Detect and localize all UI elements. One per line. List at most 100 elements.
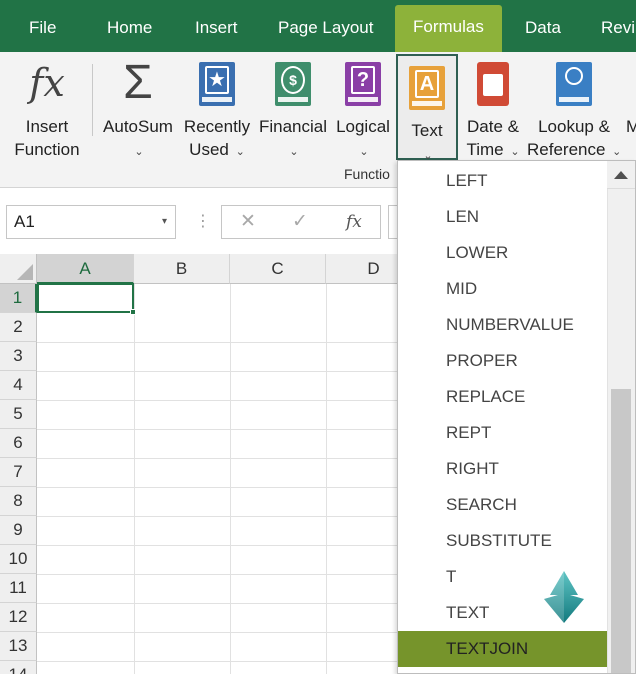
menu-item-mid[interactable]: MID [398,271,608,307]
menu-item-replace[interactable]: REPLACE [398,379,608,415]
menu-item-numbervalue[interactable]: NUMBERVALUE [398,307,608,343]
fx-icon: fx [29,61,65,105]
scrollbar-thumb[interactable] [611,389,631,673]
insert-function-icon[interactable]: fx [346,212,362,232]
column-header-c[interactable]: C [230,254,326,284]
insert-function-button[interactable]: fx Insert Function [4,52,90,162]
insert-function-label-1: Insert [25,117,69,136]
book-question-icon: ? [338,58,388,110]
ribbon-tab-bar: File Home Insert Page Layout Formulas Da… [0,0,636,52]
column-header-a[interactable]: A [37,254,134,284]
cancel-icon[interactable]: ✕ [240,210,256,233]
recently-used-label-2: Used [189,140,229,159]
fill-handle[interactable] [130,309,136,315]
enter-icon[interactable]: ✓ [292,210,308,233]
insert-function-label-2: Function [14,140,80,159]
recently-used-button[interactable]: ★ Recently Used ⌄ [181,52,253,162]
logical-button[interactable]: ? Logical ⌄ [333,52,393,162]
row-header[interactable]: 4 [0,371,37,400]
financial-label: Financial [258,117,328,136]
recently-used-label-1: Recently [183,117,251,136]
chevron-down-icon: ⌄ [134,146,144,158]
text-functions-menu: LEFT LEN LOWER MID NUMBERVALUE PROPER RE… [397,160,636,674]
book-star-icon: ★ [192,58,242,110]
menu-scrollbar[interactable] [607,161,635,673]
gridline [37,603,400,604]
menu-item-substitute[interactable]: SUBSTITUTE [398,523,608,559]
row-header[interactable]: 1 [0,284,37,313]
name-box-value: A1 [14,212,35,231]
more-functions-button[interactable]: M [626,52,636,162]
gridline [37,429,400,430]
row-header[interactable]: 9 [0,516,37,545]
book-coins-icon: $ [268,58,318,110]
tab-insert[interactable]: Insert [195,6,238,52]
menu-item-lower[interactable]: LOWER [398,235,608,271]
menu-item-len[interactable]: LEN [398,199,608,235]
row-header[interactable]: 10 [0,545,37,574]
row-header[interactable]: 14 [0,661,37,674]
row-header[interactable]: 8 [0,487,37,516]
sigma-icon: Σ [123,56,153,109]
tab-data[interactable]: Data [525,6,561,52]
drag-handle-icon[interactable]: ⋮ [195,211,211,231]
book-text-icon: A [402,62,452,114]
name-box[interactable]: A1 ▾ [6,205,176,239]
more-functions-label: M [626,117,636,136]
tab-file[interactable]: File [29,6,56,52]
row-header[interactable]: 12 [0,603,37,632]
gridline [37,661,400,662]
row-header[interactable]: 13 [0,632,37,661]
menu-item-right[interactable]: RIGHT [398,451,608,487]
lookup-reference-button[interactable]: Lookup & Reference ⌄ [527,52,621,162]
date-time-button[interactable]: Date & Time ⌄ [461,52,525,162]
financial-button[interactable]: $ Financial ⌄ [257,52,329,162]
chevron-down-icon: ⌄ [289,146,299,158]
logical-label: Logical [336,117,390,136]
name-box-dropdown-icon[interactable]: ▾ [162,206,167,238]
gridline [37,632,400,633]
menu-item-rept[interactable]: REPT [398,415,608,451]
active-cell-a1[interactable] [37,283,136,315]
arrow-down-icon [544,571,584,623]
scroll-up-button[interactable] [607,161,635,189]
gridline [37,458,400,459]
formula-buttons: ✕ ✓ fx [221,205,381,239]
book-magnifier-icon [549,58,599,110]
row-header[interactable]: 11 [0,574,37,603]
date-time-label-2: Time [466,140,504,159]
row-header[interactable]: 5 [0,400,37,429]
lookup-reference-label-1: Lookup & [538,117,610,136]
tab-home[interactable]: Home [107,6,152,52]
column-header-b[interactable]: B [134,254,230,284]
menu-item-textjoin[interactable]: TEXTJOIN [398,631,608,667]
select-all-button[interactable] [0,254,37,284]
calendar-icon [468,58,518,110]
chevron-down-icon: ⌄ [235,146,245,158]
gridline [37,487,400,488]
autosum-button[interactable]: Σ AutoSum ⌄ [99,52,177,162]
text-label: Text [411,121,443,140]
gridline [37,545,400,546]
function-library-group-label: Functio [344,166,390,182]
date-time-label-1: Date & [467,117,519,136]
text-functions-button[interactable]: A Text ⌄ [396,54,458,162]
row-header[interactable]: 6 [0,429,37,458]
lookup-reference-label-2: Reference [527,140,606,159]
row-header[interactable]: 2 [0,313,37,342]
menu-item-left[interactable]: LEFT [398,163,608,199]
tab-review[interactable]: Revi [601,6,635,52]
autosum-label: AutoSum [103,117,173,136]
row-header[interactable]: 7 [0,458,37,487]
chevron-down-icon: ⌄ [359,146,369,158]
gridline [37,371,400,372]
tab-formulas[interactable]: Formulas [395,5,502,52]
worksheet-grid: A B C D 1 2 3 4 5 6 7 8 9 10 11 12 13 14 [0,254,422,674]
menu-item-proper[interactable]: PROPER [398,343,608,379]
gridline [37,574,400,575]
tab-page-layout[interactable]: Page Layout [278,6,373,52]
gridline [37,400,400,401]
gridline [37,342,400,343]
row-header[interactable]: 3 [0,342,37,371]
menu-item-search[interactable]: SEARCH [398,487,608,523]
